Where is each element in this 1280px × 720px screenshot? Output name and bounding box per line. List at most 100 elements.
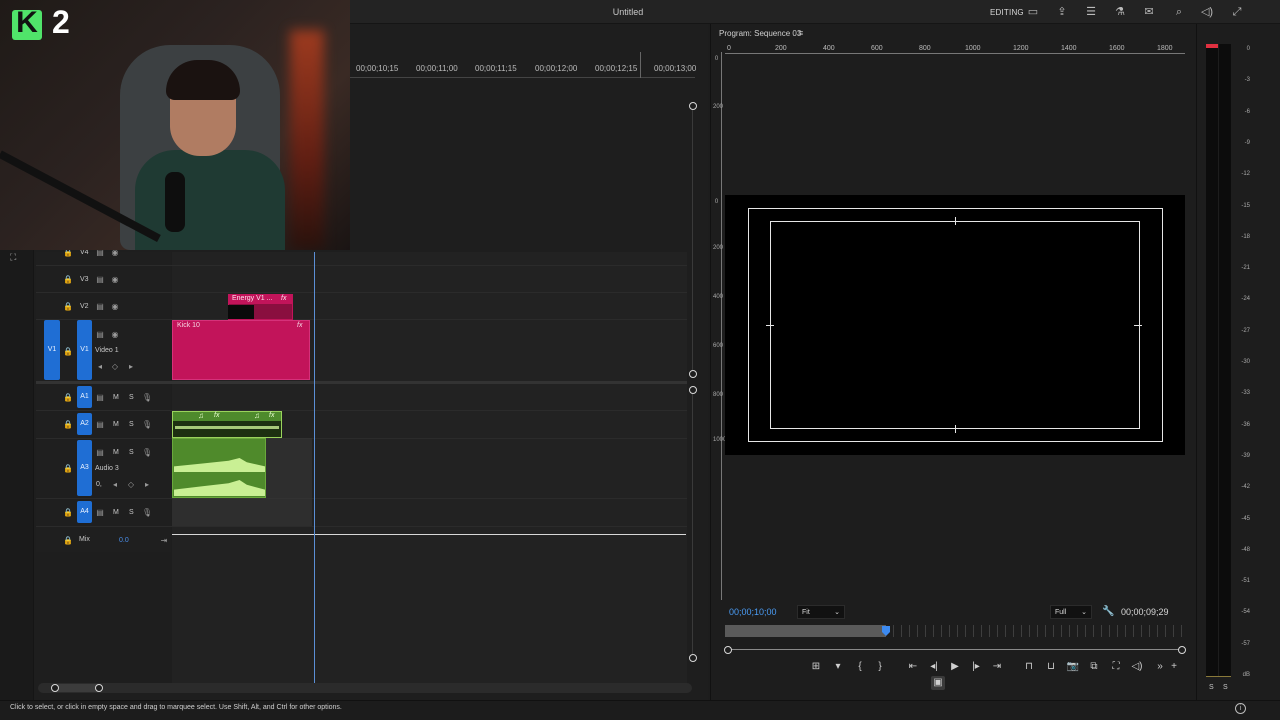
multicam-icon[interactable]: ⛶ <box>1109 660 1123 674</box>
track-target-a4[interactable]: A4 <box>77 501 92 523</box>
vertical-scrollbar[interactable] <box>692 394 693 654</box>
eye-icon[interactable]: ◉ <box>110 275 120 284</box>
expand-icon[interactable]: ⤢ <box>1230 5 1244 19</box>
comparison-icon[interactable]: ⧉ <box>1087 660 1101 674</box>
mute-button[interactable]: M <box>113 421 119 428</box>
mute-button[interactable]: M <box>113 394 119 401</box>
mark-in-icon[interactable]: { <box>853 660 867 674</box>
solo-button[interactable]: S <box>129 509 134 516</box>
lock-icon[interactable]: 🔒 <box>63 536 73 545</box>
mic-icon[interactable]: 🎙 <box>142 508 152 517</box>
info-icon[interactable]: i <box>1235 703 1246 714</box>
insert-edit-icon[interactable]: ⊞ <box>809 660 823 674</box>
go-to-out-icon[interactable]: ⇥ <box>990 660 1004 674</box>
step-forward-icon[interactable]: |▸ <box>969 660 983 674</box>
eye-icon[interactable]: ◉ <box>110 302 120 311</box>
go-to-in-icon[interactable]: ⇤ <box>906 660 920 674</box>
prev-keyframe-icon[interactable]: ◂ <box>95 362 105 371</box>
track-target-v1[interactable]: V1 <box>77 320 92 380</box>
sync-icon[interactable]: ▤ <box>95 393 105 402</box>
nest-tool-icon[interactable]: ⛶ <box>10 252 24 264</box>
lock-icon[interactable]: 🔒 <box>63 420 73 429</box>
zoom-scrollbar[interactable] <box>728 649 1184 650</box>
playhead[interactable] <box>314 252 315 684</box>
lift-icon[interactable]: ⊓ <box>1022 660 1036 674</box>
mic-icon[interactable]: 🎙 <box>142 393 152 402</box>
mute-button[interactable]: M <box>113 449 119 456</box>
scroll-handle[interactable] <box>689 370 697 378</box>
vertical-scrollbar[interactable] <box>692 110 693 370</box>
track-target-a3[interactable]: A3 <box>77 440 92 496</box>
mark-out-icon[interactable]: } <box>873 660 887 674</box>
quality-dropdown[interactable]: Full ⌄ <box>1050 605 1092 619</box>
share-icon[interactable]: ⇪ <box>1055 5 1069 19</box>
export-frame-icon[interactable]: ▣ <box>931 676 945 690</box>
extract-icon[interactable]: ⊔ <box>1044 660 1058 674</box>
sync-icon[interactable]: ▤ <box>95 448 105 457</box>
mute-button[interactable]: M <box>113 509 119 516</box>
add-button-icon[interactable]: + <box>1167 660 1181 674</box>
volume-icon[interactable]: ◁) <box>1200 5 1214 19</box>
program-tab[interactable]: Program: Sequence 03 <box>719 29 801 38</box>
video-audio-divider[interactable] <box>36 381 687 384</box>
workspace-label[interactable]: EDITING <box>990 8 1024 17</box>
video-clip-kick[interactable] <box>172 320 310 380</box>
step-back-icon[interactable]: ◂| <box>927 660 941 674</box>
menu-icon[interactable]: ☰ <box>1084 5 1098 19</box>
volume-value[interactable]: 0, <box>96 481 102 488</box>
prev-keyframe-icon[interactable]: ◂ <box>110 480 120 489</box>
solo-right-button[interactable]: S <box>1223 684 1228 691</box>
mix-value[interactable]: 0.0 <box>119 537 129 544</box>
source-patch-v1[interactable]: V1 <box>44 320 60 380</box>
comment-icon[interactable]: ✉ <box>1142 5 1156 19</box>
track-target-a1[interactable]: A1 <box>77 386 92 408</box>
keyframe-icon[interactable]: ◇ <box>126 480 136 489</box>
marker-icon[interactable]: ▾ <box>831 660 845 674</box>
mix-level-line[interactable] <box>172 534 686 535</box>
horizontal-scrollbar[interactable] <box>38 683 692 693</box>
sync-icon[interactable]: ▤ <box>95 420 105 429</box>
next-keyframe-icon[interactable]: ▸ <box>126 362 136 371</box>
sync-icon[interactable]: ▤ <box>95 330 105 339</box>
scroll-handle[interactable] <box>95 684 103 692</box>
scroll-handle[interactable] <box>51 684 59 692</box>
scroll-handle[interactable] <box>724 646 732 654</box>
sync-icon[interactable]: ▤ <box>95 508 105 517</box>
camera-icon[interactable]: 📷 <box>1066 660 1080 674</box>
current-timecode[interactable]: 00;00;10;00 <box>729 607 777 617</box>
lock-icon[interactable]: 🔒 <box>63 347 73 356</box>
scroll-handle[interactable] <box>689 102 697 110</box>
scroll-handle[interactable] <box>689 386 697 394</box>
in-out-range[interactable] <box>725 625 886 637</box>
track-target-a2[interactable]: A2 <box>77 413 92 435</box>
next-keyframe-icon[interactable]: ▸ <box>142 480 152 489</box>
keyframe-icon[interactable]: ◇ <box>110 362 120 371</box>
solo-button[interactable]: S <box>129 421 134 428</box>
panel-menu-icon[interactable]: ≡ <box>798 28 803 38</box>
panel-icon[interactable]: ▭ <box>1026 5 1040 19</box>
solo-button[interactable]: S <box>129 394 134 401</box>
mic-icon[interactable]: 🎙 <box>142 420 152 429</box>
lock-icon[interactable]: 🔒 <box>63 302 73 311</box>
mix-end-icon[interactable]: ⇥ <box>159 536 169 545</box>
solo-left-button[interactable]: S <box>1209 684 1214 691</box>
zoom-dropdown[interactable]: Fit ⌄ <box>797 605 845 619</box>
scroll-handle[interactable] <box>1178 646 1186 654</box>
flask-icon[interactable]: ⚗ <box>1113 5 1127 19</box>
eye-icon[interactable]: ◉ <box>110 330 120 339</box>
scroll-handle[interactable] <box>689 654 697 662</box>
clip-label: Kick 10 <box>177 322 200 329</box>
search-icon[interactable]: ⌕ <box>1172 5 1186 19</box>
lock-icon[interactable]: 🔒 <box>63 508 73 517</box>
more-controls-icon[interactable]: » <box>1153 660 1167 674</box>
sync-icon[interactable]: ▤ <box>95 275 105 284</box>
audio-icon[interactable]: ◁) <box>1130 660 1144 674</box>
lock-icon[interactable]: 🔒 <box>63 275 73 284</box>
lock-icon[interactable]: 🔒 <box>63 393 73 402</box>
solo-button[interactable]: S <box>129 449 134 456</box>
play-icon[interactable]: ▶ <box>948 660 962 674</box>
wrench-icon[interactable]: 🔧 <box>1102 606 1114 617</box>
lock-icon[interactable]: 🔒 <box>63 464 73 473</box>
mic-icon[interactable]: 🎙 <box>142 448 152 457</box>
sync-icon[interactable]: ▤ <box>95 302 105 311</box>
